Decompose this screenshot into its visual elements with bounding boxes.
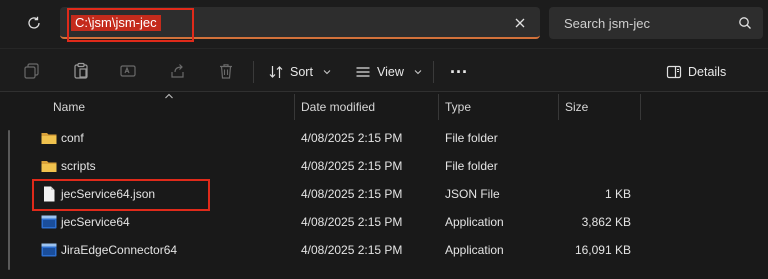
column-divider[interactable] [438, 94, 439, 120]
more-icon: ... [450, 56, 469, 77]
file-row-scripts[interactable]: scripts 4/08/2025 2:15 PM File folder [30, 152, 764, 180]
copy-icon [24, 63, 39, 79]
file-type: File folder [445, 131, 498, 145]
file-row-jiraedgeconnector64[interactable]: JiraEdgeConnector64 4/08/2025 2:15 PM Ap… [30, 236, 764, 264]
view-button[interactable]: View [355, 61, 422, 83]
refresh-button[interactable] [22, 11, 46, 35]
scrollbar[interactable] [8, 130, 10, 270]
rename-button[interactable] [118, 61, 138, 81]
paste-icon [74, 62, 88, 79]
file-type: JSON File [445, 187, 500, 201]
folder-icon [41, 133, 57, 144]
view-label: View [377, 65, 404, 79]
address-row: C:\jsm\jsm-jec Search jsm-jec [0, 0, 768, 48]
close-icon [515, 18, 525, 28]
search-input[interactable]: Search jsm-jec [564, 16, 650, 31]
share-button[interactable] [168, 61, 188, 81]
sort-label: Sort [290, 65, 313, 79]
command-bar: Sort View ... Details [0, 48, 768, 92]
folder-icon [41, 161, 57, 172]
file-name: jecService64 [61, 215, 130, 229]
sort-ascending-icon [165, 93, 173, 99]
toolbar-divider [433, 61, 434, 83]
chevron-down-icon [323, 70, 331, 75]
paste-button[interactable] [71, 61, 91, 81]
file-date: 4/08/2025 2:15 PM [301, 187, 403, 201]
column-header-row: Name Date modified Type Size [0, 92, 768, 122]
file-size: 16,091 KB [574, 243, 631, 257]
copy-button[interactable] [22, 61, 42, 81]
column-type[interactable]: Type [445, 100, 471, 114]
chevron-down-icon [414, 70, 422, 75]
details-pane-icon [666, 65, 682, 79]
application-icon [41, 243, 57, 257]
sort-icon [269, 66, 283, 78]
toolbar-divider [253, 61, 254, 83]
sort-button[interactable]: Sort [268, 61, 331, 83]
address-bar[interactable]: C:\jsm\jsm-jec [60, 7, 540, 39]
column-size[interactable]: Size [565, 100, 588, 114]
file-date: 4/08/2025 2:15 PM [301, 215, 403, 229]
file-type: Application [445, 243, 504, 257]
column-divider[interactable] [558, 94, 559, 120]
share-icon [171, 64, 184, 78]
column-date-modified[interactable]: Date modified [301, 100, 375, 114]
more-options-button[interactable]: ... [450, 56, 468, 78]
file-type: Application [445, 215, 504, 229]
search-icon [739, 17, 751, 29]
file-date: 4/08/2025 2:15 PM [301, 159, 403, 173]
refresh-icon [28, 16, 40, 29]
file-row-jecservice64[interactable]: jecService64 4/08/2025 2:15 PM Applicati… [30, 208, 764, 236]
file-row-conf[interactable]: conf 4/08/2025 2:15 PM File folder [30, 124, 764, 152]
column-divider[interactable] [294, 94, 295, 120]
file-size: 1 KB [604, 187, 631, 201]
search-box[interactable]: Search jsm-jec [549, 7, 763, 39]
file-name: conf [61, 131, 84, 145]
details-button[interactable]: Details [666, 61, 726, 83]
file-type: File folder [445, 159, 498, 173]
file-list: Name Date modified Type Size conf 4/08/2… [0, 92, 768, 279]
file-name: jecService64.json [61, 187, 156, 201]
file-icon [44, 186, 55, 202]
clear-address-button[interactable] [512, 15, 528, 31]
file-date: 4/08/2025 2:15 PM [301, 243, 403, 257]
file-size: 3,862 KB [581, 215, 631, 229]
view-list-icon [356, 67, 370, 77]
details-label: Details [688, 65, 727, 79]
address-path[interactable]: C:\jsm\jsm-jec [71, 15, 161, 31]
rename-icon [120, 65, 136, 77]
application-icon [41, 215, 57, 229]
column-divider[interactable] [640, 94, 641, 120]
file-row-jecservice64-json[interactable]: jecService64.json 4/08/2025 2:15 PM JSON… [30, 180, 764, 208]
delete-icon [220, 64, 232, 79]
file-name: scripts [61, 159, 96, 173]
delete-button[interactable] [216, 61, 236, 81]
file-name: JiraEdgeConnector64 [61, 243, 178, 257]
file-date: 4/08/2025 2:15 PM [301, 131, 403, 145]
column-name[interactable]: Name [53, 100, 85, 114]
